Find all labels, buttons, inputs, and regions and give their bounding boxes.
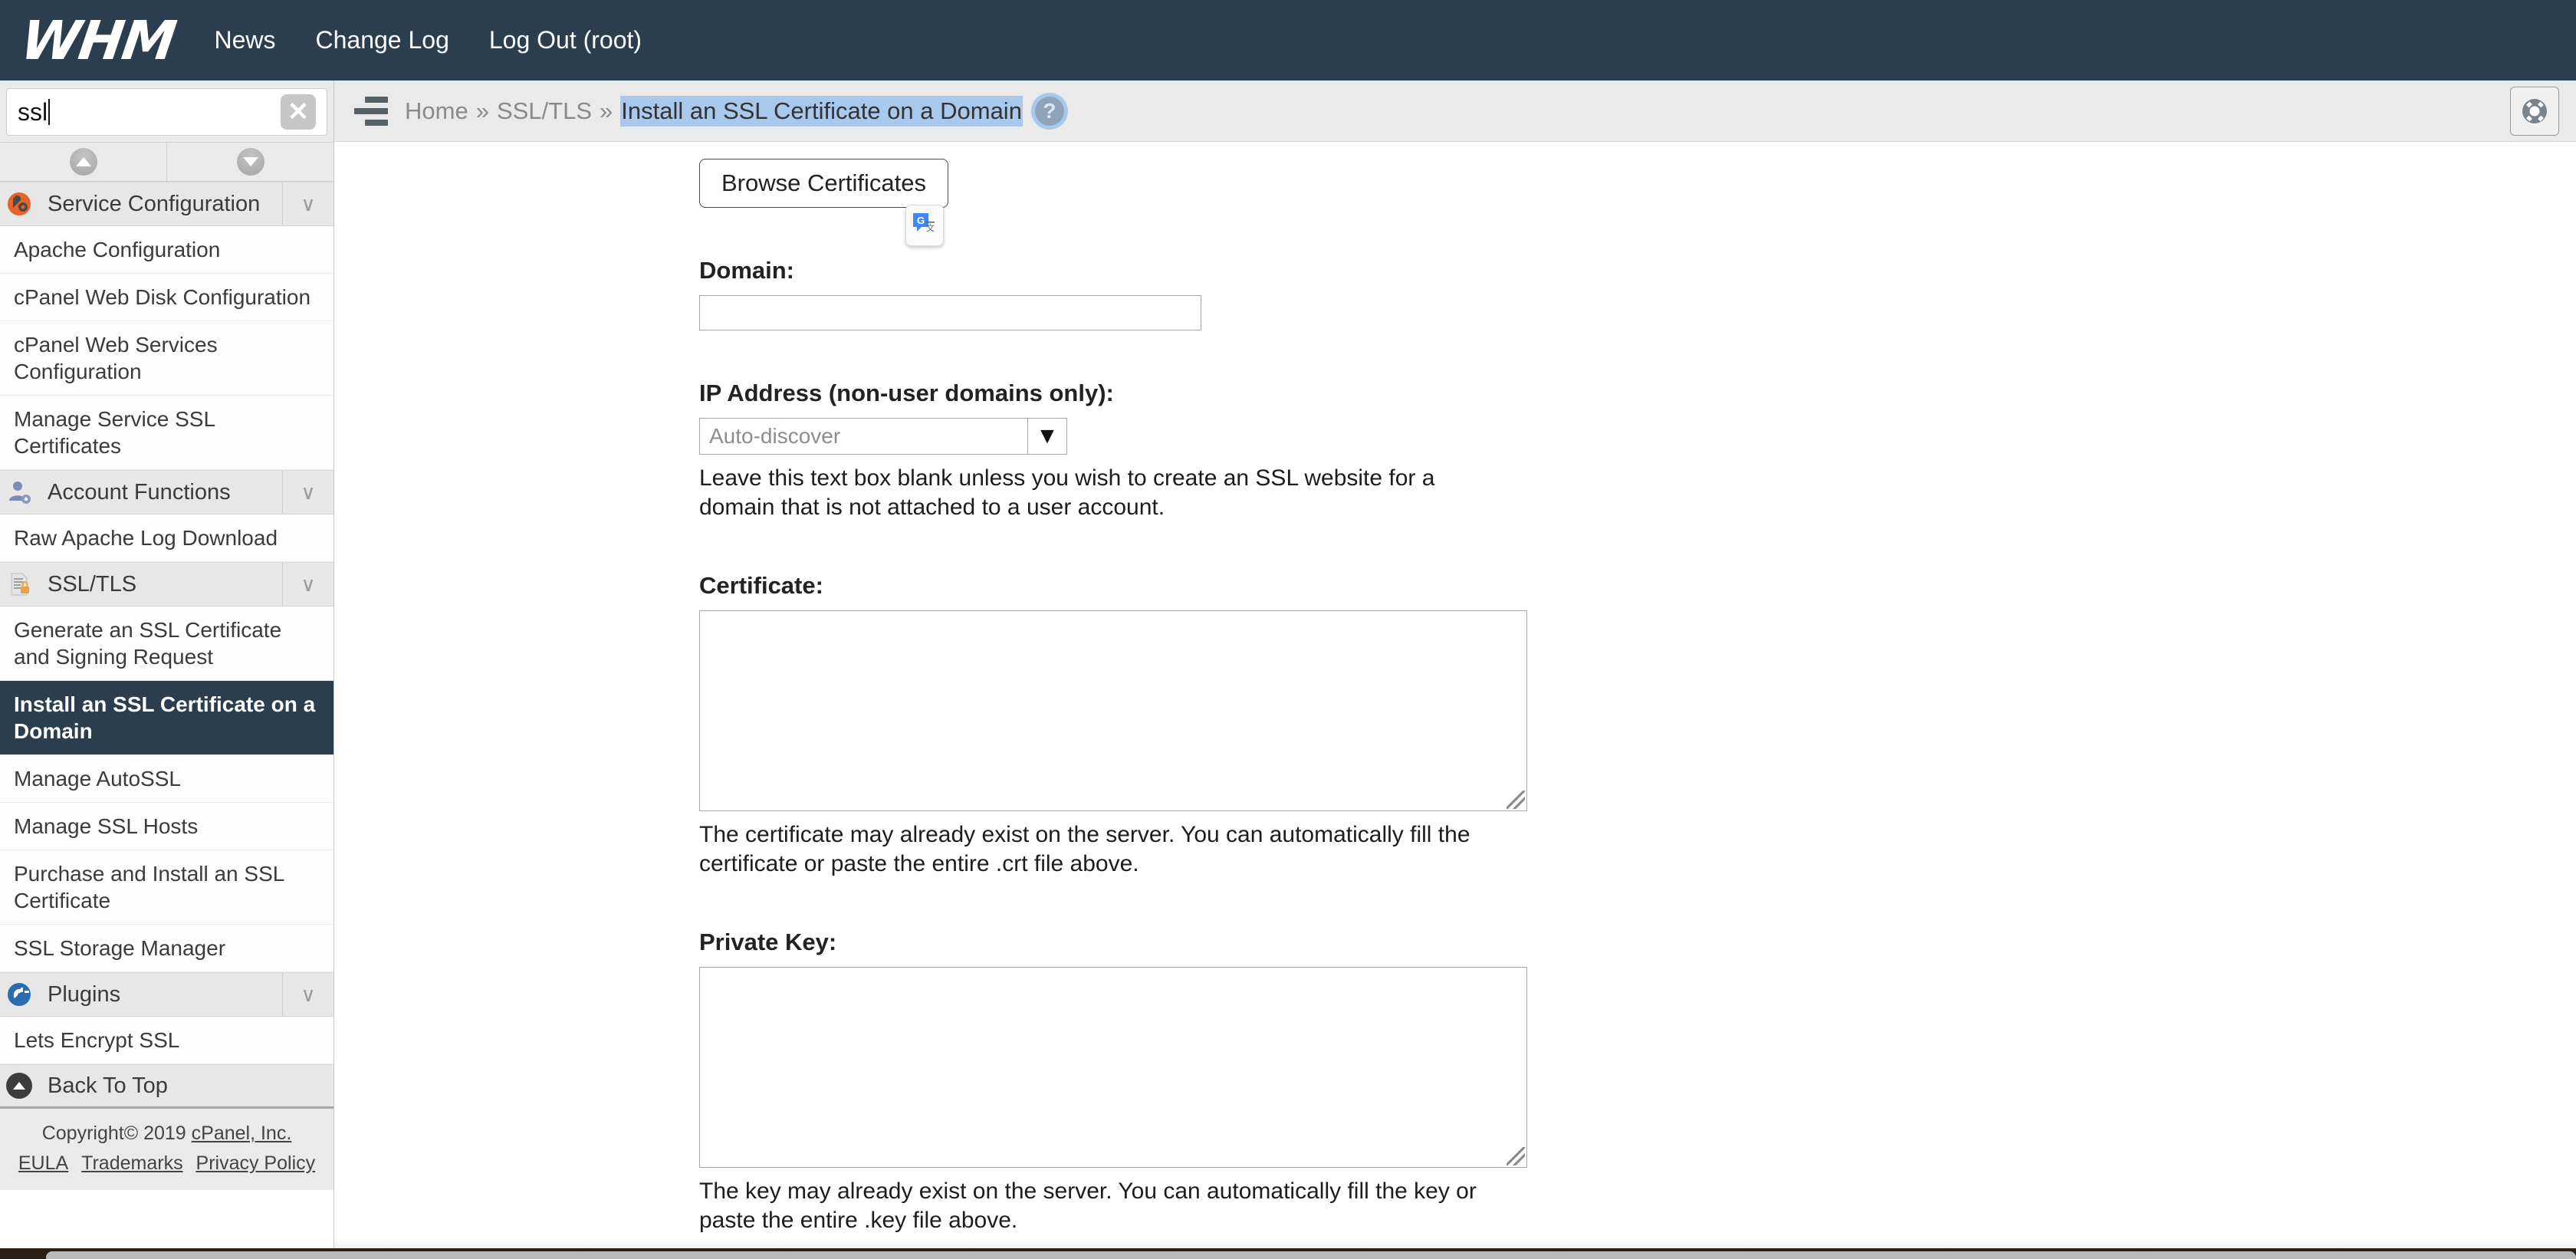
google-translate-icon[interactable]: G 文 (905, 205, 944, 246)
breadcrumb-bar: Home » SSL/TLS » Install an SSL Certific… (334, 81, 2576, 142)
chevron-down-icon[interactable]: ▼ (1027, 419, 1066, 454)
certificate-textarea[interactable] (699, 610, 1527, 811)
lifesaver-icon[interactable] (2510, 86, 2559, 136)
private-key-label: Private Key: (699, 928, 837, 955)
breadcrumb-separator: » (600, 97, 613, 124)
sidebar-item-apache-configuration[interactable]: Apache Configuration (0, 226, 334, 274)
user-gear-icon (6, 479, 32, 505)
sidebar-item-manage-service-ssl-certificates[interactable]: Manage Service SSL Certificates (0, 396, 334, 470)
ip-address-help-text: Leave this text box blank unless you wis… (699, 465, 1435, 521)
breadcrumb-separator: » (475, 97, 489, 124)
sidebar-toggle-icon[interactable] (354, 96, 388, 126)
arrow-up-icon (6, 1073, 32, 1099)
domain-label: Domain: (699, 257, 794, 284)
ip-address-label: IP Address (non-user domains only): (699, 380, 1114, 406)
sidebar-group-account-functions[interactable]: Account Functions ∨ (0, 470, 334, 514)
nav-link-news[interactable]: News (214, 26, 275, 54)
sidebar: ssl ✕ Service Configuration ∨ Apache Con… (0, 81, 334, 1259)
svg-text:G: G (917, 215, 925, 226)
help-icon[interactable]: ? (1034, 96, 1064, 126)
sidebar-footer: Copyright© 2019 cPanel, Inc. EULA Tradem… (0, 1109, 334, 1190)
chevron-up-icon (69, 148, 97, 176)
breadcrumb-current-page: Install an SSL Certificate on a Domain (620, 95, 1023, 127)
group-chevron-down-icon[interactable]: ∨ (282, 182, 334, 225)
svg-text:文: 文 (926, 222, 935, 233)
domain-input[interactable] (699, 295, 1201, 330)
sidebar-item-install-ssl-certificate[interactable]: Install an SSL Certificate on a Domain (0, 681, 334, 755)
breadcrumb-home[interactable]: Home (405, 97, 468, 125)
resize-handle[interactable] (1506, 1146, 1525, 1165)
text-caret (48, 98, 51, 125)
group-chevron-down-icon[interactable]: ∨ (282, 563, 334, 606)
whm-logo: WHM (17, 8, 179, 72)
collapse-all-button[interactable] (0, 143, 166, 181)
sidebar-group-label: Account Functions (48, 479, 231, 505)
eula-link[interactable]: EULA (18, 1152, 68, 1174)
plug-icon (6, 981, 32, 1008)
top-header-bar: WHM News Change Log Log Out (root) (0, 0, 2576, 81)
sidebar-item-manage-autossl[interactable]: Manage AutoSSL (0, 755, 334, 803)
main-content: Home » SSL/TLS » Install an SSL Certific… (334, 81, 2576, 1259)
sidebar-group-label: Plugins (48, 981, 121, 1007)
expand-all-button[interactable] (166, 143, 334, 181)
sidebar-group-label: Service Configuration (48, 191, 261, 216)
page-layout: ssl ✕ Service Configuration ∨ Apache Con… (0, 81, 2576, 1259)
cpanel-inc-link[interactable]: cPanel, Inc. (192, 1123, 292, 1144)
sidebar-item-raw-apache-log-download[interactable]: Raw Apache Log Download (0, 514, 334, 562)
sidebar-group-plugins[interactable]: Plugins ∨ (0, 972, 334, 1017)
browser-window-edge (46, 1251, 2576, 1259)
browse-certificates-button[interactable]: Browse Certificates (699, 159, 949, 208)
sidebar-toggle-row (0, 142, 334, 182)
copyright-line: Copyright© 2019 cPanel, Inc. (0, 1123, 334, 1145)
certificate-help-text: The certificate may already exist on the… (699, 821, 1470, 877)
document-lock-icon (6, 571, 32, 597)
copyright-text: Copyright© 2019 (41, 1123, 192, 1144)
sidebar-item-cpanel-web-disk-configuration[interactable]: cPanel Web Disk Configuration (0, 274, 334, 321)
wrench-gear-icon (6, 191, 32, 217)
sidebar-group-label: SSL/TLS (48, 571, 137, 597)
sidebar-item-purchase-install-ssl-certificate[interactable]: Purchase and Install an SSL Certificate (0, 850, 334, 925)
ip-address-select[interactable]: Auto-discover ▼ (699, 418, 1067, 455)
sidebar-item-cpanel-web-services-configuration[interactable]: cPanel Web Services Configuration (0, 321, 334, 396)
sidebar-group-service-configuration[interactable]: Service Configuration ∨ (0, 182, 334, 226)
back-to-top-label: Back To Top (48, 1073, 168, 1098)
sidebar-item-lets-encrypt-ssl[interactable]: Lets Encrypt SSL (0, 1017, 334, 1064)
breadcrumb: Home » SSL/TLS » Install an SSL Certific… (405, 95, 1064, 127)
clear-search-icon[interactable]: ✕ (281, 94, 316, 130)
nav-link-log-out[interactable]: Log Out (root) (489, 26, 642, 54)
private-key-help-text: The key may already exist on the server.… (699, 1178, 1477, 1233)
group-chevron-down-icon[interactable]: ∨ (282, 471, 334, 514)
legal-links: EULA Trademarks Privacy Policy (0, 1152, 334, 1175)
ip-address-selected-value: Auto-discover (709, 424, 841, 448)
sidebar-item-manage-ssl-hosts[interactable]: Manage SSL Hosts (0, 803, 334, 850)
resize-handle[interactable] (1506, 790, 1525, 809)
back-to-top-button[interactable]: Back To Top (0, 1064, 334, 1109)
sidebar-search-area: ssl ✕ (0, 81, 334, 142)
sidebar-item-ssl-storage-manager[interactable]: SSL Storage Manager (0, 925, 334, 972)
search-input[interactable]: ssl ✕ (6, 88, 327, 136)
private-key-textarea[interactable] (699, 966, 1527, 1168)
form-content: Browse Certificates Domain: IP Address (… (334, 142, 2576, 1259)
trademarks-link[interactable]: Trademarks (81, 1152, 182, 1174)
certificate-label: Certificate: (699, 571, 823, 599)
breadcrumb-ssl-tls[interactable]: SSL/TLS (497, 97, 592, 125)
top-nav: News Change Log Log Out (root) (214, 26, 682, 54)
sidebar-group-ssl-tls[interactable]: SSL/TLS ∨ (0, 562, 334, 606)
group-chevron-down-icon[interactable]: ∨ (282, 973, 334, 1016)
sidebar-item-generate-ssl-certificate[interactable]: Generate an SSL Certificate and Signing … (0, 606, 334, 681)
nav-link-change-log[interactable]: Change Log (315, 26, 449, 54)
privacy-policy-link[interactable]: Privacy Policy (196, 1152, 316, 1174)
search-input-value: ssl (18, 97, 48, 126)
chevron-down-icon (236, 148, 264, 176)
